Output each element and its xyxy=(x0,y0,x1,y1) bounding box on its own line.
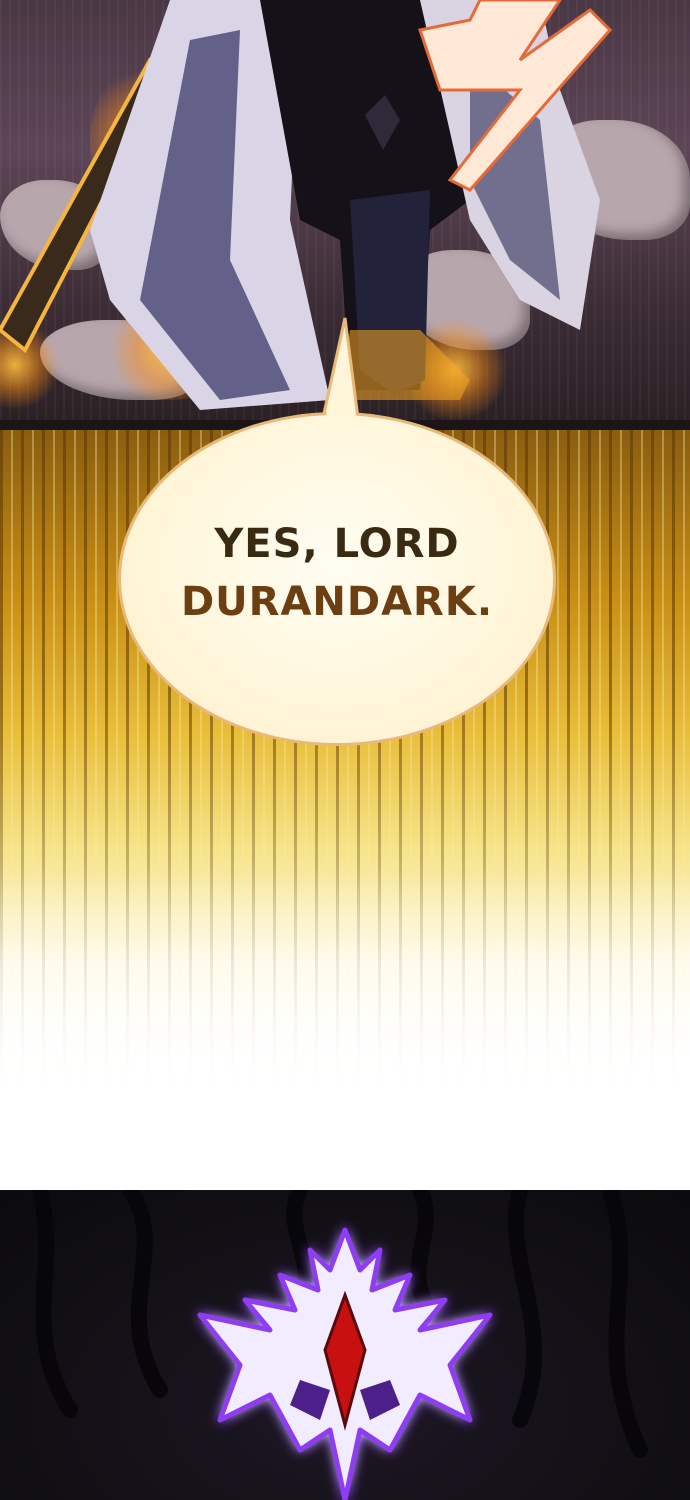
speech-bubble: YES, LORD DURANDARK. xyxy=(118,412,556,746)
dialogue-line-2: DURANDARK. xyxy=(180,579,494,625)
white-fade xyxy=(0,870,690,1190)
speech-bubble-tail-seam xyxy=(326,330,356,416)
dialogue-line-1: YES, LORD xyxy=(214,521,460,567)
dark-mask-panel xyxy=(0,1190,690,1500)
demon-mask-illustration xyxy=(32,1190,648,1500)
speech-bubble-text: YES, LORD DURANDARK. xyxy=(181,515,493,631)
